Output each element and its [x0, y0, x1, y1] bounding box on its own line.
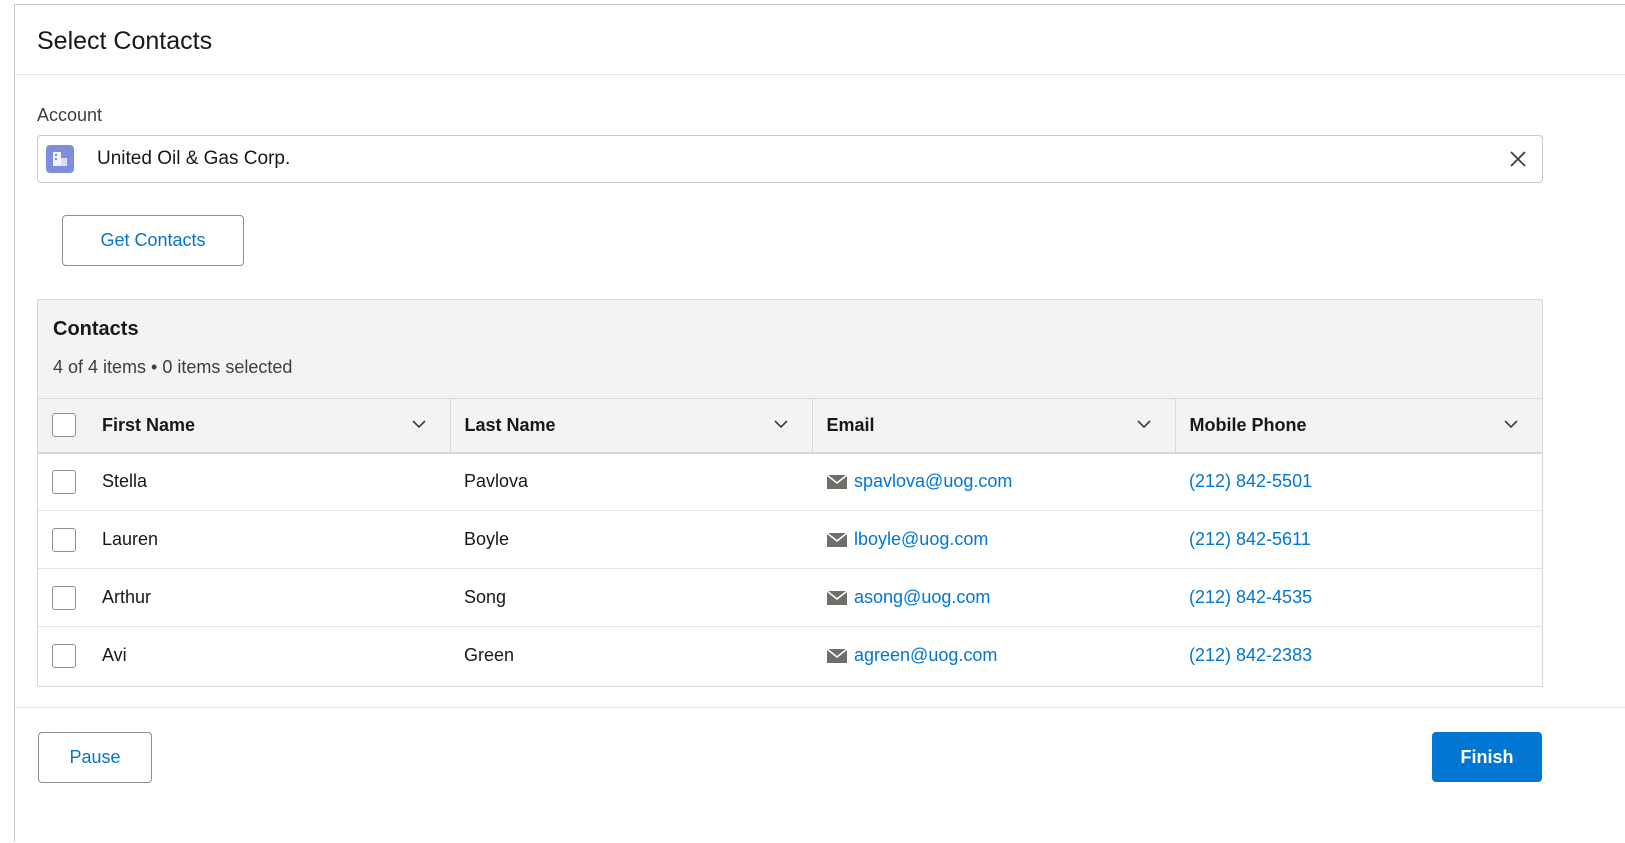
email-link[interactable]: asong@uog.com: [854, 587, 990, 608]
contacts-title: Contacts: [53, 318, 139, 340]
column-label: Last Name: [464, 414, 556, 435]
get-contacts-button[interactable]: Get Contacts: [62, 215, 244, 266]
chevron-down-icon[interactable]: [1135, 415, 1153, 433]
finish-button[interactable]: Finish: [1432, 732, 1542, 782]
row-checkbox[interactable]: [52, 469, 76, 494]
column-first-name[interactable]: First Name: [38, 398, 451, 453]
phone-link[interactable]: (212) 842-4535: [1189, 587, 1312, 607]
email-link[interactable]: agreen@uog.com: [854, 645, 997, 666]
last-name-cell: Pavlova: [464, 471, 529, 492]
chevron-down-icon[interactable]: [410, 415, 428, 433]
email-link[interactable]: lboyle@uog.com: [854, 529, 988, 550]
column-mobile-phone[interactable]: Mobile Phone: [1175, 399, 1542, 453]
contacts-table-card: Contacts 4 of 4 items • 0 items selected: [37, 299, 1543, 687]
last-name-cell: Green: [464, 645, 515, 666]
last-name-cell: Boyle: [464, 529, 510, 549]
envelope-icon: [826, 531, 848, 547]
table-row: Avi Green agreen@uog.com (212) 842-2383: [38, 627, 1542, 685]
phone-link[interactable]: (212) 842-5611: [1189, 529, 1311, 549]
envelope-icon: [826, 589, 848, 605]
first-name-cell: Stella: [102, 471, 148, 492]
first-name-cell: Avi: [102, 645, 127, 666]
contacts-card-header: Contacts 4 of 4 items • 0 items selected: [38, 300, 1542, 398]
last-name-cell: Song: [464, 587, 507, 607]
column-label: First Name: [102, 414, 196, 435]
table-row: Arthur Song asong@uog.com (212) 842-4535: [38, 569, 1542, 627]
first-name-cell: Lauren: [102, 529, 159, 549]
close-icon[interactable]: [1494, 136, 1542, 182]
contacts-summary: 4 of 4 items • 0 items selected: [53, 357, 293, 377]
table-row: Lauren Boyle lboyle@uog.com (212) 842-56…: [38, 511, 1542, 569]
row-checkbox[interactable]: [52, 643, 76, 668]
pause-button[interactable]: Pause: [38, 732, 152, 783]
column-label: Mobile Phone: [1189, 414, 1307, 435]
envelope-icon: [826, 474, 848, 489]
chevron-down-icon[interactable]: [1502, 415, 1520, 433]
table-header-row: First Name Last Name Email Mobile Phone: [38, 398, 1542, 453]
column-last-name[interactable]: Last Name: [450, 398, 813, 453]
phone-link[interactable]: (212) 842-2383: [1189, 645, 1312, 665]
envelope-icon: [826, 648, 848, 663]
account-icon: [46, 145, 74, 173]
account-value: United Oil & Gas Corp.: [97, 148, 291, 169]
column-label: Email: [826, 414, 875, 435]
column-email[interactable]: Email: [812, 398, 1176, 453]
modal-title: Select Contacts: [15, 5, 1625, 75]
select-contacts-modal: Select Contacts Account United Oil & Gas…: [14, 4, 1625, 842]
table-row: Stella Pavlova spavlova@uog.com (212) 84…: [38, 453, 1542, 511]
email-link[interactable]: spavlova@uog.com: [854, 471, 1012, 492]
chevron-down-icon[interactable]: [772, 415, 790, 433]
account-lookup[interactable]: United Oil & Gas Corp.: [37, 135, 1543, 183]
row-checkbox[interactable]: [52, 527, 76, 552]
contacts-table: First Name Last Name Email Mobile Phone …: [38, 398, 1542, 685]
first-name-cell: Arthur: [102, 587, 152, 607]
modal-footer: Pause Finish: [15, 707, 1625, 843]
phone-link[interactable]: (212) 842-5501: [1189, 471, 1312, 491]
row-checkbox[interactable]: [52, 585, 76, 610]
select-all-checkbox[interactable]: [52, 413, 76, 438]
account-label: Account: [37, 105, 103, 125]
